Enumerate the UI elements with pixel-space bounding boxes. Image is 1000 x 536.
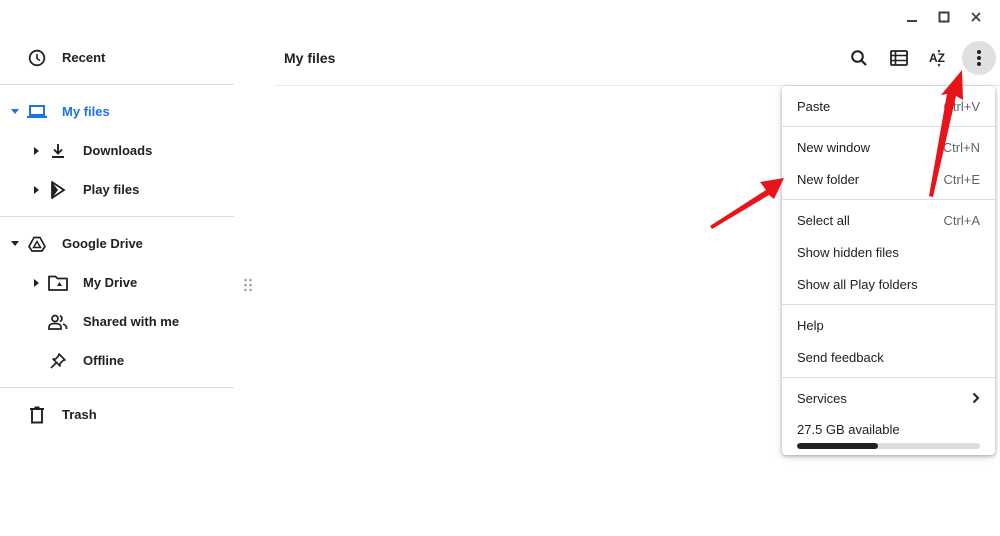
menu-item-select-all[interactable]: Select all Ctrl+A [782,204,995,236]
storage-available-label: 27.5 GB available [797,422,900,437]
maximize-icon [938,11,950,23]
sidebar-item-my-files[interactable]: My files [0,92,234,131]
switch-view-button[interactable] [882,41,916,75]
sidebar-item-label: My Drive [83,275,138,290]
menu-divider [782,126,995,127]
clock-icon [27,48,47,68]
sidebar-item-label: Recent [62,50,106,65]
minimize-button[interactable] [896,6,928,28]
svg-text:AZ: AZ [929,51,945,65]
menu-item-new-window[interactable]: New window Ctrl+N [782,131,995,163]
expand-arrow-icon[interactable] [31,185,41,195]
divider [0,84,234,85]
sidebar-item-shared-with-me[interactable]: Shared with me [0,302,234,341]
close-button[interactable] [960,6,992,28]
sort-az-icon: AZ [929,49,945,67]
menu-item-label: Select all [797,212,850,228]
sidebar-item-google-drive[interactable]: Google Drive [0,224,234,263]
sidebar-item-downloads[interactable]: Downloads [0,131,234,170]
sidebar: Recent My files Downloads Play files Goo… [0,38,234,434]
sidebar-item-offline[interactable]: Offline [0,341,234,380]
sidebar-item-trash[interactable]: Trash [0,395,234,434]
storage-bar [797,443,980,449]
menu-item-shortcut: Ctrl+A [943,212,980,228]
divider [0,216,234,217]
sidebar-resize-handle[interactable] [243,278,253,292]
sidebar-item-label: Downloads [83,143,153,158]
menu-item-help[interactable]: Help [782,309,995,341]
pin-icon [48,351,68,371]
menu-item-paste[interactable]: Paste Ctrl+V [782,90,995,122]
menu-item-services[interactable]: Services [782,382,995,414]
more-options-button[interactable] [962,41,996,75]
download-icon [48,141,68,161]
menu-item-label: Help [797,317,824,333]
more-vert-icon [977,50,981,66]
menu-item-new-folder[interactable]: New folder Ctrl+E [782,163,995,195]
search-button[interactable] [842,41,876,75]
menu-divider [782,304,995,305]
sidebar-item-label: Play files [83,182,140,197]
toolbar: AZ [842,41,996,75]
sidebar-item-label: My files [62,104,110,119]
people-icon [48,312,68,332]
menu-divider [782,199,995,200]
divider [0,387,234,388]
maximize-button[interactable] [928,6,960,28]
sidebar-item-my-drive[interactable]: My Drive [0,263,234,302]
expand-arrow-icon[interactable] [31,278,41,288]
expand-arrow-icon[interactable] [31,146,41,156]
sidebar-item-play-files[interactable]: Play files [0,170,234,209]
menu-item-label: Send feedback [797,349,884,365]
page-title: My files [284,50,336,66]
minimize-icon [907,20,917,22]
menu-item-show-all-play-folders[interactable]: Show all Play folders [782,268,995,300]
sidebar-item-label: Offline [83,353,125,368]
play-store-icon [48,180,68,200]
drag-handle-icon [244,278,252,292]
storage-bar-fill [797,443,878,449]
expand-arrow-icon[interactable] [10,239,20,249]
menu-divider [782,377,995,378]
sort-button[interactable]: AZ [922,41,956,75]
menu-item-shortcut: Ctrl+N [942,139,980,155]
expand-arrow-icon[interactable] [10,107,20,117]
menu-item-shortcut: Ctrl+V [943,98,980,114]
laptop-icon [27,102,47,122]
menu-item-shortcut: Ctrl+E [943,171,980,187]
annotation-arrow-new-folder [710,178,784,229]
menu-item-show-hidden-files[interactable]: Show hidden files [782,236,995,268]
sidebar-item-recent[interactable]: Recent [0,38,234,77]
sidebar-item-label: Trash [62,407,97,422]
sidebar-item-label: Google Drive [62,236,143,251]
menu-item-label: New folder [797,171,860,187]
close-icon [971,12,981,22]
menu-item-label: Show all Play folders [797,276,918,292]
menu-item-label: Services [797,390,847,406]
menu-item-label: Paste [797,98,831,114]
menu-item-label: Show hidden files [797,244,899,260]
sidebar-item-label: Shared with me [83,314,180,329]
chevron-right-icon [972,392,980,404]
search-icon [851,50,867,66]
more-options-menu: Paste Ctrl+V New window Ctrl+N New folde… [782,86,995,455]
list-view-icon [890,50,908,66]
menu-item-label: New window [797,139,870,155]
window-controls [896,6,992,28]
menu-item-send-feedback[interactable]: Send feedback [782,341,995,373]
drive-icon [27,234,47,254]
drive-folder-icon [48,273,68,293]
trash-icon [27,405,47,425]
